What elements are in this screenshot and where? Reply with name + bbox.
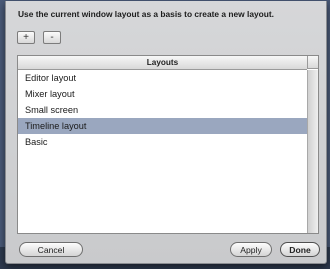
layout-row-basic[interactable]: Basic <box>18 134 307 150</box>
layouts-table: Layouts Editor layout Mixer layout Small… <box>17 55 319 234</box>
layout-row-mixer[interactable]: Mixer layout <box>18 86 307 102</box>
layouts-column-header[interactable]: Layouts <box>18 56 307 70</box>
instruction-text: Use the current window layout as a basis… <box>18 9 274 19</box>
done-button[interactable]: Done <box>280 242 320 257</box>
vertical-scrollbar[interactable] <box>307 70 318 233</box>
layout-row-small-screen[interactable]: Small screen <box>18 102 307 118</box>
cancel-button[interactable]: Cancel <box>19 242 83 257</box>
scroll-corner <box>307 56 318 69</box>
remove-layout-button[interactable]: - <box>43 31 61 44</box>
apply-button[interactable]: Apply <box>230 242 272 257</box>
layouts-list: Editor layout Mixer layout Small screen … <box>18 70 307 150</box>
layout-row-editor[interactable]: Editor layout <box>18 70 307 86</box>
new-layout-sheet: Use the current window layout as a basis… <box>5 1 327 264</box>
add-layout-button[interactable]: + <box>17 31 35 44</box>
layout-row-timeline[interactable]: Timeline layout <box>18 118 307 134</box>
